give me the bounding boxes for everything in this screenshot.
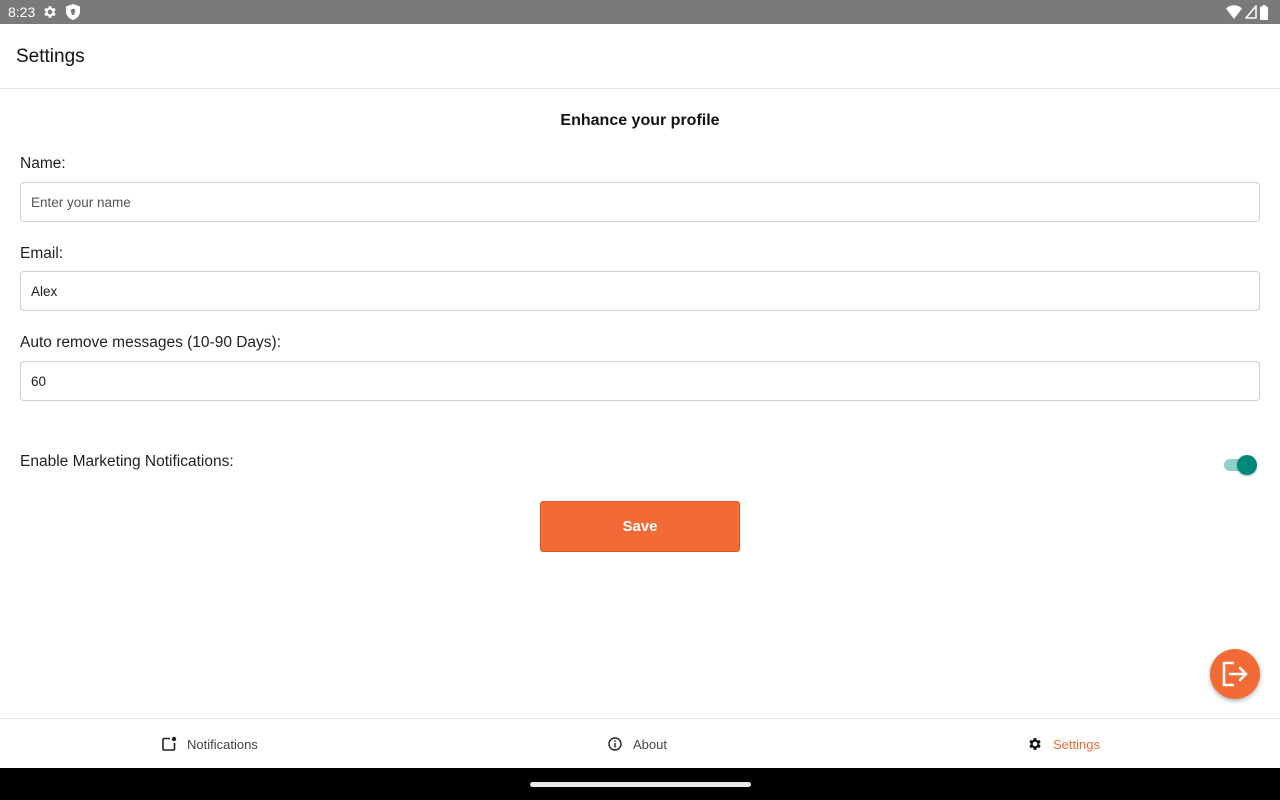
nav-label-about: About [633,736,667,752]
home-gesture-handle[interactable] [530,782,751,787]
battery-icon [1260,4,1268,20]
gear-icon [44,6,56,18]
name-label: Name: [20,155,66,172]
app-bar: Settings [0,24,1280,89]
logout-button[interactable] [1210,649,1260,699]
auto-remove-label: Auto remove messages (10-90 Days): [20,334,282,351]
nav-item-notifications[interactable]: Notifications [161,719,258,769]
gear-icon [1029,738,1041,750]
marketing-notifications-toggle[interactable] [1223,455,1257,475]
form-heading: Enhance your profile [560,112,720,129]
status-indicators [1226,4,1268,20]
nav-item-about[interactable]: About [607,719,667,769]
shield-icon [66,4,80,20]
email-input[interactable] [20,271,1260,311]
logout-icon [1222,661,1248,687]
page-title: Settings [16,46,85,67]
toggle-thumb [1237,455,1257,475]
save-button[interactable]: Save [540,501,740,552]
wifi-icon [1226,5,1242,19]
marketing-notifications-label: Enable Marketing Notifications: [20,453,234,470]
status-bar: 8:23 [0,0,1280,24]
nav-item-settings[interactable]: Settings [1027,719,1100,769]
nav-label-settings: Settings [1053,736,1100,752]
cell-signal-icon [1245,5,1257,19]
status-time: 8:23 [8,4,36,20]
notification-badge-icon [162,736,177,751]
email-label: Email: [20,245,64,262]
system-nav-bar [0,768,1280,800]
bottom-nav: Notifications About Settings [0,718,1280,768]
info-icon [608,737,622,751]
name-input[interactable] [20,182,1260,222]
nav-label-notifications: Notifications [187,736,258,752]
auto-remove-input[interactable] [20,361,1260,401]
